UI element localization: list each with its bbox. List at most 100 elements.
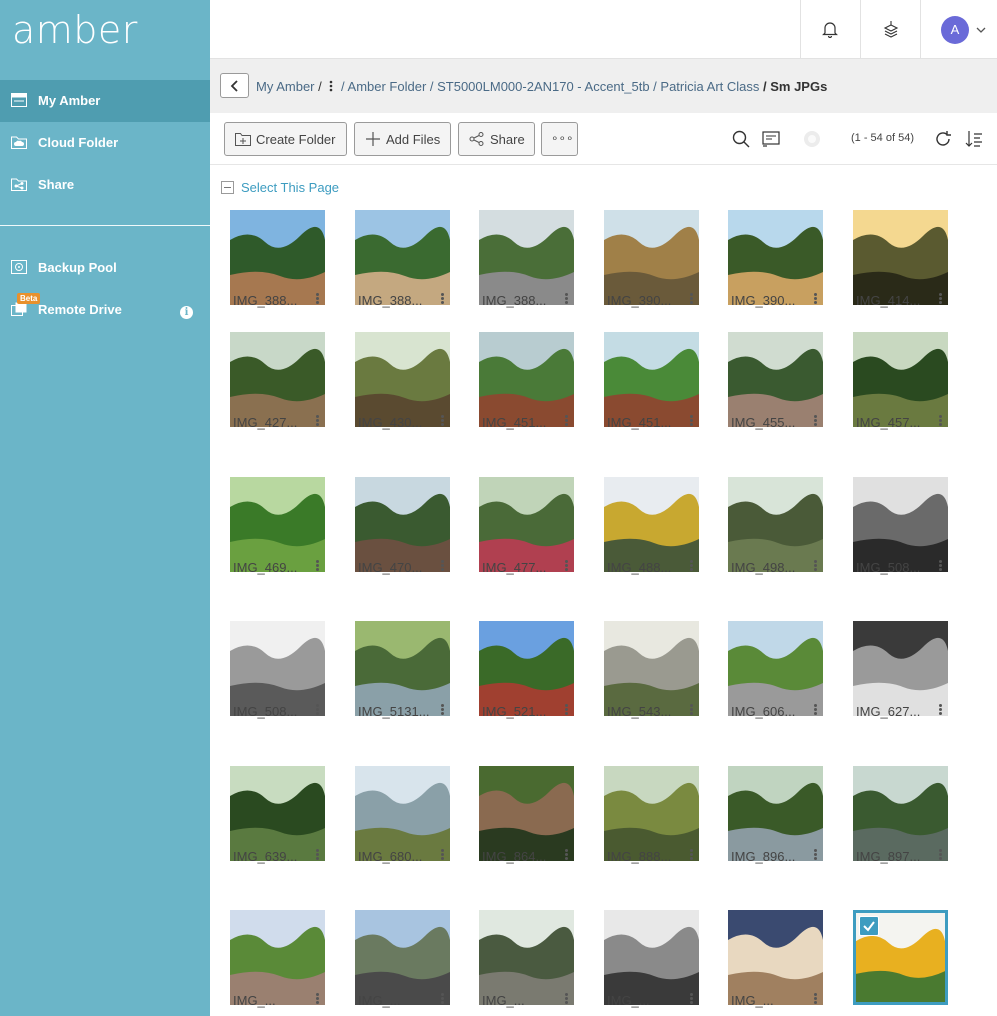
file-tile[interactable]: IMG_390...	[604, 210, 700, 328]
sidebar-item-my-amber[interactable]: My Amber	[0, 80, 210, 122]
chevron-down-icon[interactable]	[976, 26, 986, 34]
file-more-icon[interactable]	[688, 703, 694, 717]
file-more-icon[interactable]	[314, 992, 320, 1006]
sort-icon[interactable]	[965, 130, 983, 148]
file-thumbnail[interactable]	[853, 210, 948, 305]
file-more-icon[interactable]	[314, 414, 320, 428]
file-tile[interactable]: IMG_451...	[479, 332, 575, 450]
file-tile[interactable]: IMG_388...	[355, 210, 451, 328]
file-thumbnail[interactable]	[853, 766, 948, 861]
file-more-icon[interactable]	[812, 848, 818, 862]
file-thumbnail[interactable]	[355, 621, 450, 716]
file-thumbnail[interactable]	[728, 910, 823, 1005]
file-more-icon[interactable]	[937, 559, 943, 573]
file-tile[interactable]: IMG_414...	[853, 210, 949, 328]
selected-check-icon[interactable]	[859, 916, 879, 936]
file-tile[interactable]: IMG_488...	[604, 477, 700, 595]
file-thumbnail[interactable]	[230, 910, 325, 1005]
file-more-icon[interactable]	[563, 414, 569, 428]
file-tile[interactable]: IMG_543...	[604, 621, 700, 739]
file-more-icon[interactable]	[688, 848, 694, 862]
file-thumbnail[interactable]	[479, 621, 574, 716]
file-thumbnail[interactable]	[355, 910, 450, 1005]
sidebar-item-backup-pool[interactable]: Backup Pool	[0, 247, 210, 289]
file-tile[interactable]: IMG_498...	[728, 477, 824, 595]
file-more-icon[interactable]	[563, 559, 569, 573]
file-thumbnail[interactable]	[728, 477, 823, 572]
file-thumbnail[interactable]	[604, 766, 699, 861]
file-tile[interactable]: IMG_639...	[230, 766, 326, 884]
file-thumbnail[interactable]	[853, 332, 948, 427]
file-more-icon[interactable]	[812, 292, 818, 306]
file-more-icon[interactable]	[688, 559, 694, 573]
file-more-icon[interactable]	[439, 703, 445, 717]
breadcrumb-path[interactable]: / Amber Folder / ST5000LM000-2AN170 - Ac…	[341, 79, 759, 94]
file-thumbnail[interactable]	[479, 477, 574, 572]
file-more-icon[interactable]	[937, 292, 943, 306]
sidebar-item-share[interactable]: Share	[0, 164, 210, 206]
file-thumbnail[interactable]	[479, 332, 574, 427]
tasks-button[interactable]	[860, 0, 920, 59]
file-thumbnail[interactable]	[604, 210, 699, 305]
more-actions-button[interactable]: ∘∘∘	[541, 122, 578, 156]
file-thumbnail[interactable]	[479, 210, 574, 305]
file-thumbnail[interactable]	[355, 766, 450, 861]
back-button[interactable]	[220, 73, 249, 98]
file-more-icon[interactable]	[563, 992, 569, 1006]
cast-icon[interactable]	[762, 130, 780, 148]
file-more-icon[interactable]	[937, 414, 943, 428]
file-more-icon[interactable]	[812, 703, 818, 717]
file-thumbnail[interactable]	[728, 621, 823, 716]
file-thumbnail[interactable]	[355, 332, 450, 427]
file-more-icon[interactable]	[314, 848, 320, 862]
file-tile[interactable]: IMG_...	[479, 910, 575, 1016]
file-thumbnail[interactable]	[604, 332, 699, 427]
create-folder-button[interactable]: Create Folder	[224, 122, 347, 156]
file-more-icon[interactable]	[439, 992, 445, 1006]
file-thumbnail[interactable]	[230, 210, 325, 305]
file-more-icon[interactable]	[812, 559, 818, 573]
file-more-icon[interactable]	[688, 292, 694, 306]
select-page-checkbox[interactable]	[221, 181, 234, 194]
file-more-icon[interactable]	[937, 848, 943, 862]
file-more-icon[interactable]	[812, 414, 818, 428]
file-tile[interactable]: IMG_521...	[479, 621, 575, 739]
file-tile[interactable]: IMG_451...	[604, 332, 700, 450]
file-more-icon[interactable]	[439, 414, 445, 428]
file-thumbnail[interactable]	[728, 210, 823, 305]
file-thumbnail[interactable]	[479, 910, 574, 1005]
file-tile[interactable]: IMG_...	[604, 910, 700, 1016]
file-tile[interactable]: IMG_...	[355, 910, 451, 1016]
file-more-icon[interactable]	[563, 848, 569, 862]
breadcrumb-root[interactable]: My Amber	[256, 79, 315, 94]
vertical-ellipsis-icon[interactable]	[327, 80, 335, 92]
file-tile[interactable]: IMG_469...	[230, 477, 326, 595]
file-more-icon[interactable]	[937, 703, 943, 717]
file-thumbnail[interactable]	[853, 477, 948, 572]
sidebar-item-cloud-folder[interactable]: Cloud Folder	[0, 122, 210, 164]
file-tile[interactable]: IMG_508...	[230, 621, 326, 739]
file-thumbnail[interactable]	[604, 621, 699, 716]
search-icon[interactable]	[732, 130, 750, 148]
file-tile[interactable]: IMG_680...	[355, 766, 451, 884]
file-tile[interactable]: IMG_888...	[604, 766, 700, 884]
file-more-icon[interactable]	[439, 559, 445, 573]
file-thumbnail[interactable]	[355, 210, 450, 305]
file-tile[interactable]: IMG_5131...	[355, 621, 451, 739]
avatar[interactable]: A	[941, 16, 969, 44]
file-more-icon[interactable]	[812, 992, 818, 1006]
amber-logo[interactable]: amber	[12, 8, 138, 52]
file-tile[interactable]: IMG_390...	[728, 210, 824, 328]
file-tile[interactable]: IMG_...	[230, 910, 326, 1016]
share-button[interactable]: Share	[458, 122, 535, 156]
file-thumbnail[interactable]	[853, 621, 948, 716]
file-thumbnail[interactable]	[230, 332, 325, 427]
file-thumbnail[interactable]	[355, 477, 450, 572]
info-icon[interactable]: i	[180, 306, 193, 319]
file-more-icon[interactable]	[314, 559, 320, 573]
file-tile[interactable]: IMG_455...	[728, 332, 824, 450]
file-more-icon[interactable]	[314, 292, 320, 306]
file-tile[interactable]: IMG_427...	[230, 332, 326, 450]
file-thumbnail[interactable]	[230, 477, 325, 572]
file-thumbnail[interactable]	[728, 332, 823, 427]
